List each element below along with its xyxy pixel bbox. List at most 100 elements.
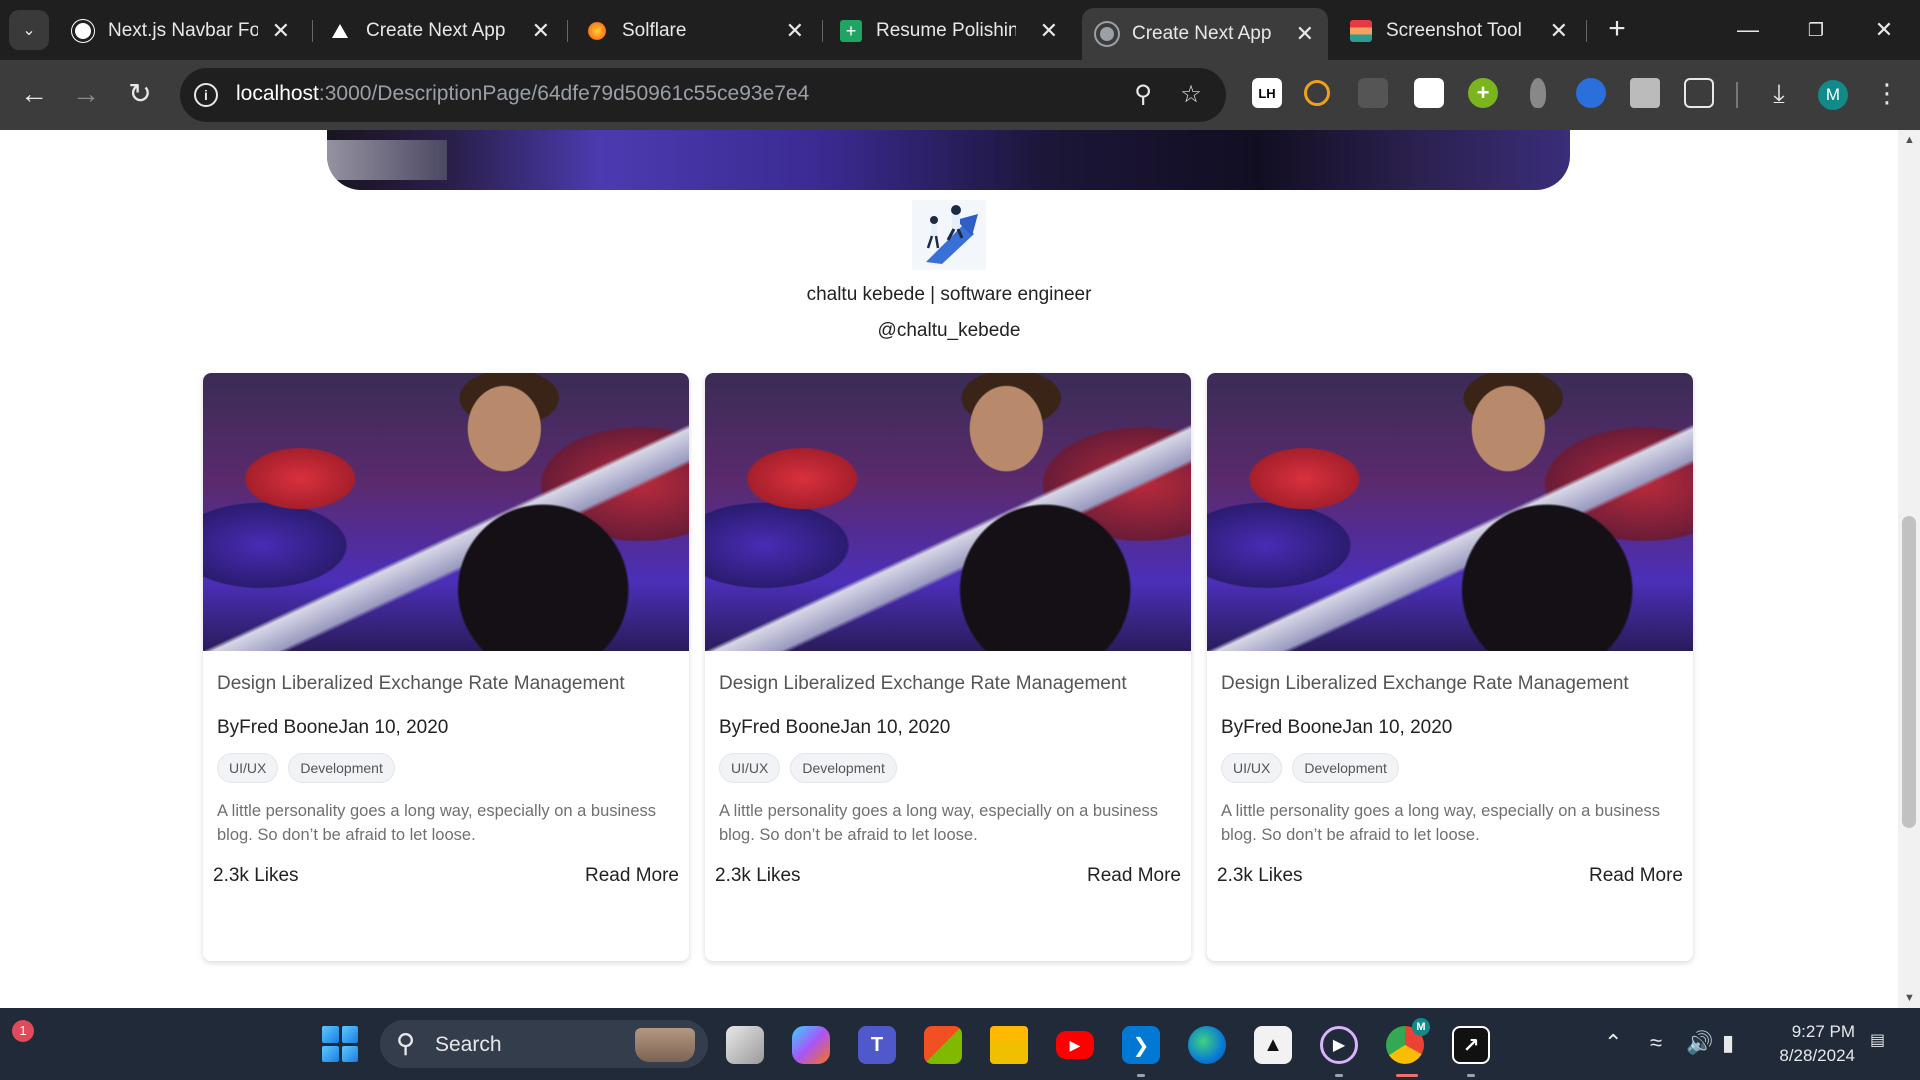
download-icon[interactable]: ⤓ [1764, 78, 1794, 108]
tab-separator [567, 20, 568, 42]
profile-avatar[interactable]: M [1818, 80, 1848, 110]
notification-center-icon[interactable]: ▤ [1870, 1030, 1885, 1050]
wifi-icon[interactable]: ≈ [1650, 1030, 1662, 1056]
hero-image [327, 130, 1570, 190]
youtube-icon[interactable]: ▶ [1056, 1031, 1094, 1059]
taskbar-search[interactable]: ⚲ Search [380, 1020, 708, 1068]
system-clock[interactable]: 9:27 PM 8/28/2024 [1765, 1020, 1855, 1068]
back-arrow-icon[interactable]: ← [14, 74, 54, 114]
close-icon[interactable]: ✕ [532, 18, 550, 44]
forward-arrow-icon[interactable]: → [66, 74, 106, 114]
extension-icon[interactable] [1530, 78, 1546, 108]
blog-card-author-date: ByFred BooneJan 10, 2020 [719, 717, 951, 738]
blog-card[interactable]: Design Liberalized Exchange Rate Managem… [705, 373, 1191, 961]
tab-search-button[interactable]: ⌄ [9, 10, 49, 50]
tag-chip[interactable]: Development [790, 753, 897, 783]
windows-start-icon[interactable] [322, 1026, 358, 1062]
windows-taskbar: 1 ⚲ Search T ▶ ❯ ▲ ▶ M ↗ ⌃ ≈ 🔊 ▮ 9:27 PM… [0, 1008, 1920, 1080]
microsoft-store-icon[interactable] [924, 1026, 962, 1064]
read-more-link[interactable]: Read More [585, 865, 679, 887]
taskbar-search-label: Search [435, 1033, 502, 1056]
tag-chip[interactable]: Development [288, 753, 395, 783]
minimize-icon[interactable]: — [1718, 10, 1778, 50]
teams-icon[interactable]: T [858, 1026, 896, 1064]
close-icon[interactable]: ✕ [1296, 21, 1314, 47]
new-tab-plus-icon[interactable]: + [1599, 12, 1635, 48]
url-host: localhost [236, 82, 319, 105]
task-view-icon[interactable] [726, 1026, 764, 1064]
vscode-icon[interactable]: ❯ [1122, 1026, 1160, 1064]
file-explorer-icon[interactable] [990, 1026, 1028, 1064]
blog-card[interactable]: Design Liberalized Exchange Rate Managem… [203, 373, 689, 961]
extension-icon[interactable] [1414, 78, 1444, 108]
scroll-down-arrow-icon[interactable]: ▼ [1904, 992, 1915, 1004]
site-info-icon[interactable]: i [194, 83, 218, 107]
close-icon[interactable]: ✕ [272, 18, 290, 44]
battery-icon[interactable]: ▮ [1722, 1030, 1734, 1056]
bookmark-star-icon[interactable]: ☆ [1176, 80, 1206, 110]
copilot-icon[interactable] [792, 1026, 830, 1064]
read-more-link[interactable]: Read More [1589, 865, 1683, 887]
restore-icon[interactable]: ❐ [1786, 10, 1846, 50]
vertical-scrollbar[interactable]: ▲ ▼ [1898, 130, 1920, 1008]
tag-chip[interactable]: UI/UX [719, 753, 781, 783]
extension-icon[interactable] [1576, 78, 1606, 108]
chrome-icon[interactable]: M [1386, 1018, 1430, 1064]
blog-card-title[interactable]: Design Liberalized Exchange Rate Managem… [1221, 673, 1629, 695]
toolbar-separator [1736, 82, 1738, 108]
tab-title: Resume Polishing T [876, 20, 1016, 41]
timer-extension-icon[interactable] [1304, 80, 1330, 106]
lighthouse-extension-icon[interactable]: LH [1252, 78, 1282, 108]
read-more-link[interactable]: Read More [1087, 865, 1181, 887]
add-extension-icon[interactable]: + [1468, 78, 1498, 108]
stock-chart-app-icon[interactable]: ↗ [1452, 1026, 1490, 1064]
tab-title: Solflare [622, 20, 687, 41]
running-indicator [1467, 1074, 1475, 1077]
chevron-up-icon[interactable]: ⌃ [1604, 1030, 1622, 1056]
blog-card-likes: 2.3k Likes [1217, 865, 1303, 886]
close-icon[interactable]: ✕ [1550, 18, 1568, 44]
close-icon[interactable]: ✕ [1040, 18, 1058, 44]
more-menu-icon[interactable]: ⋮ [1872, 78, 1902, 108]
url-text[interactable]: localhost:3000/DescriptionPage/64dfe79d5… [236, 82, 809, 106]
scroll-up-arrow-icon[interactable]: ▲ [1904, 134, 1915, 146]
address-bar[interactable]: i localhost:3000/DescriptionPage/64dfe79… [180, 68, 1226, 122]
notification-badge[interactable]: 1 [12, 1020, 34, 1042]
camera-extension-icon[interactable] [1630, 78, 1660, 108]
extensions-puzzle-icon[interactable] [1684, 78, 1714, 108]
tab-screenshot-tool[interactable]: Screenshot Tool - S ✕ [1336, 10, 1582, 52]
africa-map-app-icon[interactable]: ▲ [1254, 1026, 1292, 1064]
tag-chip[interactable]: Development [1292, 753, 1399, 783]
tag-chip[interactable]: UI/UX [217, 753, 279, 783]
scrollbar-thumb[interactable] [1902, 516, 1916, 828]
tab-solflare[interactable]: Solflare ✕ [572, 10, 818, 52]
tab-title: Create Next App [366, 20, 506, 41]
close-icon[interactable]: ✕ [786, 18, 804, 44]
tab-create-next-app[interactable]: Create Next App ✕ [318, 10, 564, 52]
globe-icon [1096, 23, 1118, 45]
tab-create-next-app-active[interactable]: Create Next App ✕ [1082, 8, 1328, 60]
tag-chip[interactable]: UI/UX [1221, 753, 1283, 783]
profile-initial: M [1825, 85, 1841, 104]
tab-title: Create Next App [1132, 23, 1272, 44]
blog-card-title[interactable]: Design Liberalized Exchange Rate Managem… [217, 673, 625, 695]
blog-card-tags: UI/UX Development [719, 753, 897, 783]
page-viewport: chaltu kebede | software engineer @chalt… [0, 130, 1898, 1008]
author-avatar [912, 200, 986, 270]
reload-icon[interactable]: ↻ [120, 74, 160, 114]
zoom-icon[interactable]: ⚲ [1128, 80, 1158, 110]
blog-card-image [1207, 373, 1693, 651]
running-indicator [1335, 1074, 1343, 1077]
browser-toolbar: ← → ↻ i localhost:3000/DescriptionPage/6… [0, 60, 1920, 130]
blog-card[interactable]: Design Liberalized Exchange Rate Managem… [1207, 373, 1693, 961]
window-close-icon[interactable]: ✕ [1854, 10, 1914, 50]
tab-nextjs-navbar[interactable]: Next.js Navbar Foo ✕ [58, 10, 304, 52]
media-player-icon[interactable]: ▶ [1320, 1026, 1358, 1064]
edge-icon[interactable] [1188, 1026, 1226, 1064]
tab-resume-polishing[interactable]: + Resume Polishing T ✕ [826, 10, 1072, 52]
blog-card-title[interactable]: Design Liberalized Exchange Rate Managem… [719, 673, 1127, 695]
extension-icon[interactable] [1358, 78, 1388, 108]
volume-icon[interactable]: 🔊 [1686, 1030, 1713, 1056]
solflare-icon [586, 20, 608, 42]
blog-card-description: A little personality goes a long way, es… [217, 802, 657, 844]
